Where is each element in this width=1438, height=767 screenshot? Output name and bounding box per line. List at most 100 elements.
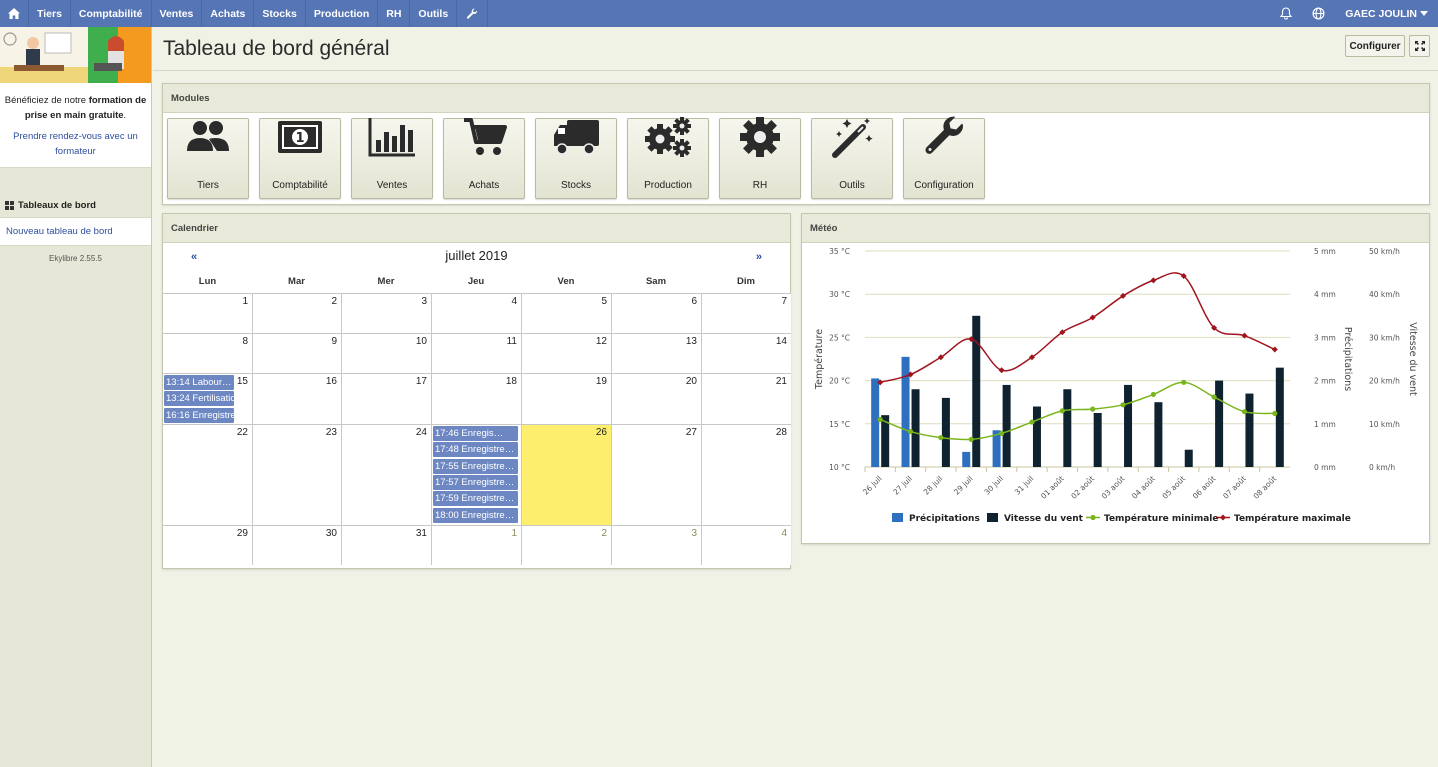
calendar-day[interactable]: 18 (431, 373, 521, 424)
calendar-day[interactable]: 2517:46 Enregis…17:48 Enregistre…17:55 E… (431, 424, 521, 525)
calendar-day[interactable]: 5 (521, 293, 611, 333)
calendar-day[interactable]: 20 (611, 373, 701, 424)
calendar-day[interactable]: 4 (431, 293, 521, 333)
gear-icon (735, 115, 785, 171)
wind-speed-bar (941, 397, 950, 467)
module-ventes-button[interactable]: Ventes (351, 118, 433, 199)
gears-icon (643, 115, 693, 171)
calendar-day[interactable]: 7 (701, 293, 791, 333)
calendar-day[interactable]: 11 (431, 333, 521, 373)
wind-speed-bar (1215, 380, 1224, 467)
new-dashboard-link[interactable]: Nouveau tableau de bord (0, 218, 151, 246)
wind-speed-bar (1245, 393, 1254, 467)
precipitation-bar (871, 378, 880, 467)
calendar-day[interactable]: 23 (252, 424, 341, 525)
module-tiers-button[interactable]: Tiers (167, 118, 249, 199)
calendar-day[interactable]: 2 (252, 293, 341, 333)
nav-stocks[interactable]: Stocks (254, 0, 306, 27)
min-temperature-point (1029, 419, 1035, 425)
day-number: 30 (325, 528, 337, 539)
calendar-day[interactable]: 10 (341, 333, 431, 373)
calendar-event[interactable]: 17:59 Enregistre… (433, 491, 518, 507)
calendar-event[interactable]: 17:46 Enregis… (433, 426, 518, 441)
module-label: Stocks (560, 180, 591, 191)
nav-ventes[interactable]: Ventes (152, 0, 203, 27)
cart-icon (459, 115, 509, 171)
calendar-day[interactable]: 24 (341, 424, 431, 525)
day-number: 10 (415, 336, 427, 347)
wind-speed-bar (1063, 389, 1072, 467)
day-number: 1 (511, 528, 517, 539)
calendar-day[interactable]: 14 (701, 333, 791, 373)
book-training-link[interactable]: Prendre rendez-vous avec un formateur (4, 129, 147, 159)
training-promo: Bénéficiez de notre formation de prise e… (0, 83, 151, 168)
calendar-day[interactable]: 8 (163, 333, 252, 373)
nav-home[interactable] (0, 0, 29, 27)
calendar-day[interactable]: 31 (341, 525, 431, 565)
calendar-event[interactable]: 17:48 Enregistre… (433, 442, 518, 458)
day-number: 16 (325, 376, 337, 387)
module-comptabilite-button[interactable]: 1 Comptabilité (259, 118, 341, 199)
calendar-day[interactable]: 6 (611, 293, 701, 333)
notifications-button[interactable] (1270, 7, 1302, 20)
calendar-day-today[interactable]: 26 (521, 424, 611, 525)
calendar-day[interactable]: 13 (611, 333, 701, 373)
weekday-header: Sam (645, 275, 667, 287)
min-temperature-point (1090, 406, 1096, 412)
calendar-day[interactable]: 29 (163, 525, 252, 565)
calendar-day[interactable]: 12 (521, 333, 611, 373)
wind-speed-bar (1032, 406, 1041, 467)
calendar-day[interactable]: 3 (341, 293, 431, 333)
module-outils-button[interactable]: Outils (811, 118, 893, 199)
module-stocks-button[interactable]: Stocks (535, 118, 617, 199)
promo-text: Bénéficiez de notre formation de prise e… (4, 95, 147, 121)
language-button[interactable] (1302, 7, 1335, 20)
wind-tick-label: 50 km/h (1369, 247, 1400, 256)
nav-comptabilite[interactable]: Comptabilité (71, 0, 152, 27)
module-production-button[interactable]: Production (627, 115, 709, 199)
calendar-day[interactable]: 1513:14 Labour…13:24 Fertilisatio…16:16 … (163, 373, 252, 424)
nav-achats[interactable]: Achats (202, 0, 255, 27)
calendar-day[interactable]: 19 (521, 373, 611, 424)
nav-tiers[interactable]: Tiers (29, 0, 71, 27)
calendar-event[interactable]: 13:24 Fertilisatio… (164, 391, 234, 407)
precip-tick-label: 5 mm (1314, 247, 1336, 256)
calendar-day[interactable]: 16 (252, 373, 341, 424)
calendar-event[interactable]: 13:14 Labour… (164, 375, 234, 390)
module-configuration-button[interactable]: Configuration (903, 116, 985, 199)
calendar-day[interactable]: 3 (611, 525, 701, 565)
dashboard-grid-icon (5, 201, 14, 210)
day-number: 28 (775, 427, 787, 438)
calendar-day[interactable]: 1 (431, 525, 521, 565)
calendar-day[interactable]: 27 (611, 424, 701, 525)
calendar-event[interactable]: 17:57 Enregistre… (433, 474, 518, 490)
calendar-day[interactable]: 28 (701, 424, 791, 525)
module-rh-button[interactable]: RH (719, 115, 801, 199)
calendar-day[interactable]: 9 (252, 333, 341, 373)
configure-button[interactable]: Configurer (1345, 35, 1405, 57)
fullscreen-button[interactable] (1409, 35, 1430, 57)
weekday-header: Jeu (467, 275, 485, 287)
module-label: RH (752, 180, 768, 191)
calendar-day[interactable]: 4 (701, 525, 791, 565)
category-label: 01 août (1039, 474, 1066, 501)
calendar-event[interactable]: 16:16 Enregistre… (164, 407, 234, 423)
calendar-day[interactable]: 2 (521, 525, 611, 565)
calendar-day[interactable]: 22 (163, 424, 252, 525)
truck-icon (551, 115, 601, 171)
day-number: 27 (685, 427, 697, 438)
calendar-event[interactable]: 18:00 Enregistre… (433, 507, 518, 523)
category-label: 04 août (1130, 474, 1157, 501)
module-achats-button[interactable]: Achats (443, 118, 525, 199)
nav-outils[interactable]: Outils (410, 0, 458, 27)
nav-production[interactable]: Production (306, 0, 379, 27)
nav-rh[interactable]: RH (378, 0, 411, 27)
nav-wrench[interactable] (457, 0, 489, 27)
calendar-day[interactable]: 30 (252, 525, 341, 565)
user-menu[interactable]: GAEC JOULIN (1335, 8, 1438, 20)
calendar-next-button[interactable]: » (756, 251, 762, 263)
calendar-day[interactable]: 21 (701, 373, 791, 424)
calendar-day[interactable]: 17 (341, 373, 431, 424)
calendar-day[interactable]: 1 (163, 293, 252, 333)
calendar-event[interactable]: 17:55 Enregistre… (433, 458, 518, 474)
